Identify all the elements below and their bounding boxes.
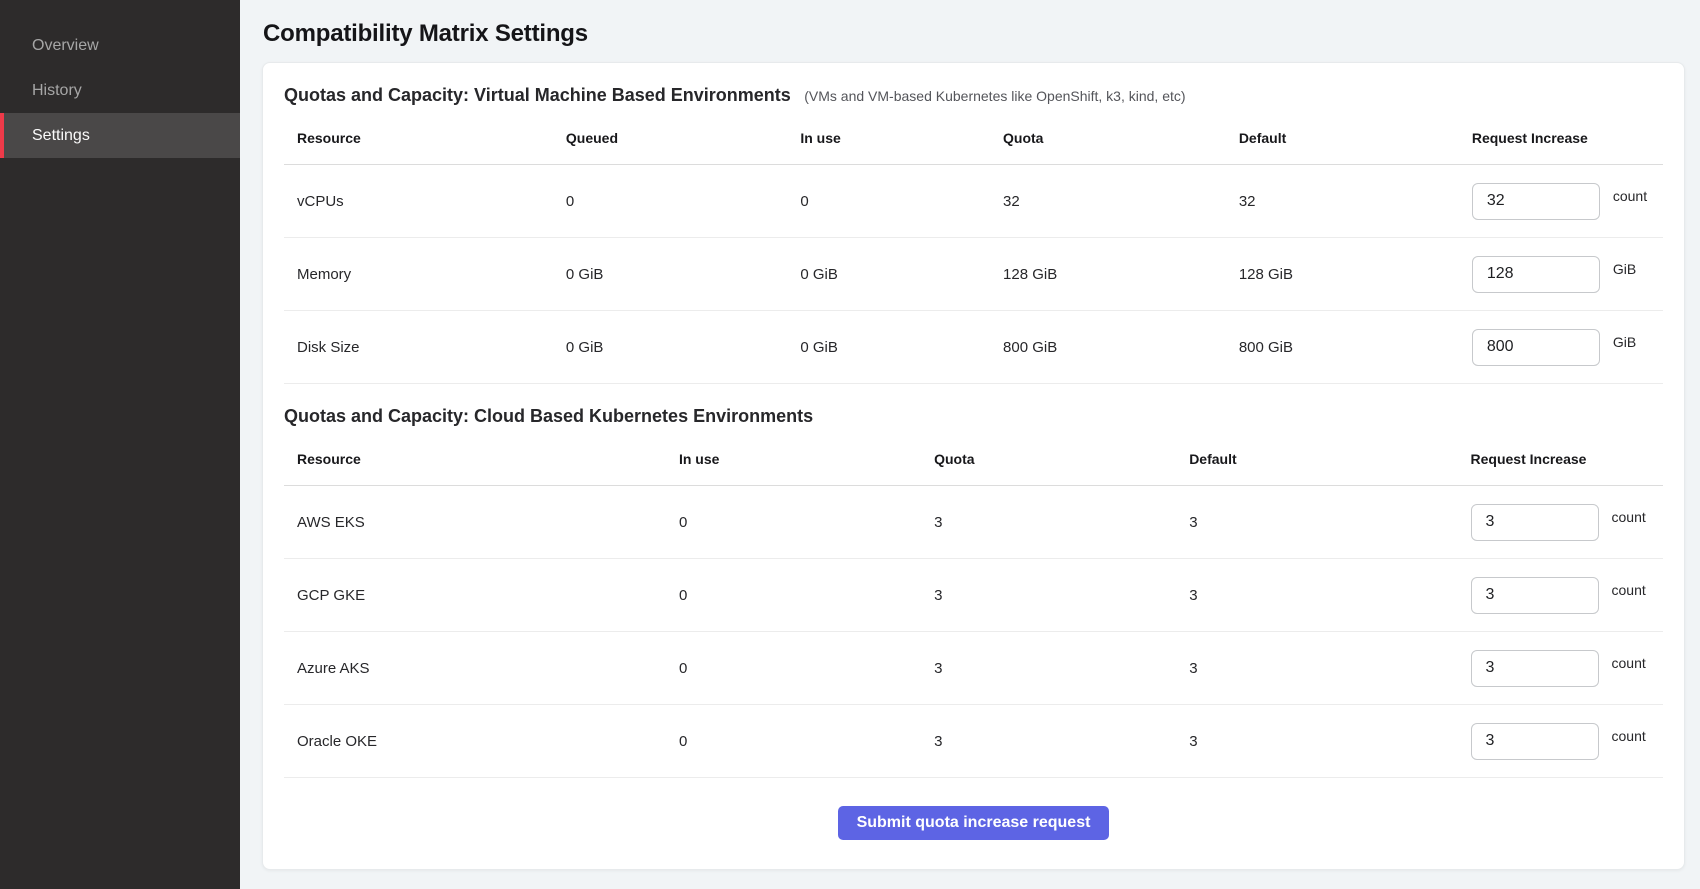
cell-in_use: 0 GiB xyxy=(787,266,990,283)
request-increase-input[interactable] xyxy=(1472,183,1600,220)
column-header-resource: Resource xyxy=(284,130,553,146)
unit-label: GiB xyxy=(1613,334,1636,350)
cell-default: 3 xyxy=(1176,587,1457,604)
cell-quota: 32 xyxy=(990,193,1226,210)
unit-label: count xyxy=(1613,188,1647,204)
sidebar-item-settings[interactable]: Settings xyxy=(0,113,240,158)
cell-in_use: 0 xyxy=(666,733,921,750)
request-increase-input[interactable] xyxy=(1472,256,1600,293)
cell-in_use: 0 xyxy=(666,587,921,604)
submit-row: Submit quota increase request xyxy=(284,778,1663,866)
unit-label: count xyxy=(1612,509,1646,525)
table-row-aws-eks: AWS EKS033count xyxy=(284,486,1663,559)
cell-request-increase: count xyxy=(1458,504,1664,541)
cell-request-increase: count xyxy=(1458,723,1664,760)
unit-label: GiB xyxy=(1613,261,1636,277)
cell-default: 800 GiB xyxy=(1226,339,1459,356)
request-increase-input[interactable] xyxy=(1472,329,1600,366)
cell-resource: GCP GKE xyxy=(284,587,666,604)
cell-resource: Azure AKS xyxy=(284,660,666,677)
sidebar: Overview History Settings xyxy=(0,0,240,889)
cell-resource: Memory xyxy=(284,266,553,283)
cell-quota: 3 xyxy=(921,587,1176,604)
table-row-disk-size: Disk Size0 GiB0 GiB800 GiB800 GiBGiB xyxy=(284,311,1663,384)
cell-default: 128 GiB xyxy=(1226,266,1459,283)
cell-request-increase: count xyxy=(1459,183,1663,220)
page-title: Compatibility Matrix Settings xyxy=(263,20,1685,48)
cell-in_use: 0 GiB xyxy=(787,339,990,356)
cell-quota: 3 xyxy=(921,733,1176,750)
sidebar-item-overview[interactable]: Overview xyxy=(0,23,240,68)
column-header-resource: Resource xyxy=(284,451,666,467)
cell-default: 3 xyxy=(1176,660,1457,677)
section-vm-environments: Quotas and Capacity: Virtual Machine Bas… xyxy=(284,85,1663,384)
section-cloud-k8s-environments: Quotas and Capacity: Cloud Based Kuberne… xyxy=(284,406,1663,778)
cell-quota: 3 xyxy=(921,514,1176,531)
section-subtitle: (VMs and VM-based Kubernetes like OpenSh… xyxy=(804,88,1185,104)
column-header-in-use: In use xyxy=(787,130,990,146)
column-header-default: Default xyxy=(1226,130,1459,146)
cell-default: 3 xyxy=(1176,733,1457,750)
unit-label: count xyxy=(1612,728,1646,744)
request-increase-input[interactable] xyxy=(1471,504,1599,541)
submit-quota-increase-button[interactable]: Submit quota increase request xyxy=(838,806,1110,840)
table-row-memory: Memory0 GiB0 GiB128 GiB128 GiBGiB xyxy=(284,238,1663,311)
cell-request-increase: GiB xyxy=(1459,256,1663,293)
column-header-quota: Quota xyxy=(990,130,1226,146)
cell-in_use: 0 xyxy=(666,514,921,531)
sidebar-item-label: Overview xyxy=(32,37,99,55)
section-title: Quotas and Capacity: Cloud Based Kuberne… xyxy=(284,406,813,426)
cell-in_use: 0 xyxy=(666,660,921,677)
table-row-vcpus: vCPUs003232count xyxy=(284,165,1663,238)
column-header-in-use: In use xyxy=(666,451,921,467)
cell-quota: 128 GiB xyxy=(990,266,1226,283)
column-header-queued: Queued xyxy=(553,130,787,146)
cell-queued: 0 GiB xyxy=(553,339,787,356)
cell-resource: AWS EKS xyxy=(284,514,666,531)
cell-queued: 0 GiB xyxy=(553,266,787,283)
settings-card: Quotas and Capacity: Virtual Machine Bas… xyxy=(262,62,1685,870)
cell-quota: 800 GiB xyxy=(990,339,1226,356)
cell-resource: Oracle OKE xyxy=(284,733,666,750)
unit-label: count xyxy=(1612,655,1646,671)
section-heading-row: Quotas and Capacity: Cloud Based Kuberne… xyxy=(284,406,1663,427)
table-header-row: ResourceQueuedIn useQuotaDefaultRequest … xyxy=(284,112,1663,165)
column-header-default: Default xyxy=(1176,451,1457,467)
section-title: Quotas and Capacity: Virtual Machine Bas… xyxy=(284,85,791,105)
cell-default: 3 xyxy=(1176,514,1457,531)
table-row-oracle-oke: Oracle OKE033count xyxy=(284,705,1663,778)
table-header-row: ResourceIn useQuotaDefaultRequest Increa… xyxy=(284,433,1663,486)
table-body: AWS EKS033countGCP GKE033countAzure AKS0… xyxy=(284,486,1663,778)
sidebar-item-history[interactable]: History xyxy=(0,68,240,113)
request-increase-input[interactable] xyxy=(1471,650,1599,687)
cell-request-increase: count xyxy=(1458,650,1664,687)
sidebar-item-label: History xyxy=(32,82,82,100)
request-increase-input[interactable] xyxy=(1471,577,1599,614)
cell-default: 32 xyxy=(1226,193,1459,210)
section-heading-row: Quotas and Capacity: Virtual Machine Bas… xyxy=(284,85,1663,106)
cell-quota: 3 xyxy=(921,660,1176,677)
column-header-quota: Quota xyxy=(921,451,1176,467)
cell-request-increase: count xyxy=(1458,577,1664,614)
sidebar-nav: Overview History Settings xyxy=(0,0,240,158)
table-row-gcp-gke: GCP GKE033count xyxy=(284,559,1663,632)
cell-request-increase: GiB xyxy=(1459,329,1663,366)
table-row-azure-aks: Azure AKS033count xyxy=(284,632,1663,705)
request-increase-input[interactable] xyxy=(1471,723,1599,760)
column-header-request-increase: Request Increase xyxy=(1458,451,1664,467)
table-body: vCPUs003232countMemory0 GiB0 GiB128 GiB1… xyxy=(284,165,1663,384)
main-content: Compatibility Matrix Settings Quotas and… xyxy=(240,0,1700,870)
unit-label: count xyxy=(1612,582,1646,598)
column-header-request-increase: Request Increase xyxy=(1459,130,1663,146)
cell-in_use: 0 xyxy=(787,193,990,210)
sidebar-item-label: Settings xyxy=(32,127,90,145)
cell-resource: Disk Size xyxy=(284,339,553,356)
cell-resource: vCPUs xyxy=(284,193,553,210)
cell-queued: 0 xyxy=(553,193,787,210)
